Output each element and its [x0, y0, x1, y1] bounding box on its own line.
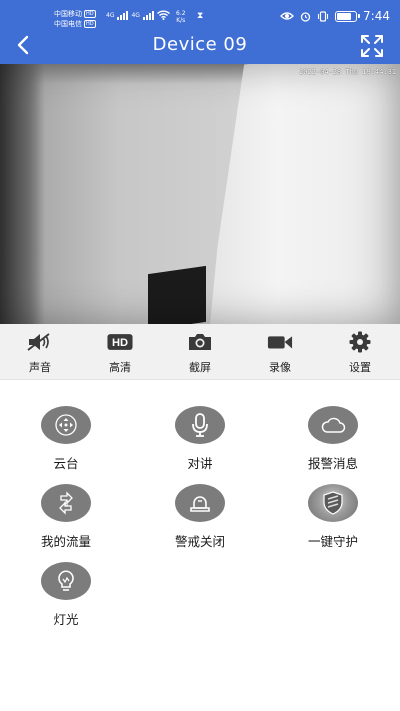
network-speed: 6.2 K/s — [176, 10, 186, 24]
sound-button[interactable]: 声音 — [0, 324, 80, 379]
battery-icon — [335, 10, 361, 22]
video-timestamp: 2022-04-28 Thu 19:44:31 — [299, 68, 396, 76]
ptz-button[interactable]: 云台 — [16, 406, 116, 472]
signal-indicators: 4G 4G — [106, 10, 170, 20]
svg-text:$: $ — [64, 500, 68, 508]
control-toolbar: 声音 HD 高清 截屏 录像 设置 — [0, 324, 400, 380]
intercom-button[interactable]: 对讲 — [150, 406, 250, 472]
network-speed-unit: K/s — [176, 17, 186, 24]
speaker-muted-icon — [27, 332, 53, 352]
volte-hd-badge: HD — [84, 10, 96, 18]
network-speed-value: 6.2 — [176, 10, 186, 17]
settings-label: 设置 — [349, 361, 371, 374]
record-button[interactable]: 录像 — [240, 324, 320, 379]
one-key-guard-button[interactable]: 一键守护 — [283, 484, 383, 550]
carrier-info: 中国移动 HD 中国电信 HD — [54, 9, 96, 29]
carrier-name-1: 中国移动 — [54, 10, 82, 18]
wifi-icon — [156, 10, 170, 20]
clock-time: 7:44 — [363, 9, 390, 23]
one-key-guard-label: 一键守护 — [307, 534, 358, 549]
camera-icon — [187, 332, 213, 352]
my-data-button[interactable]: $ 我的流量 — [16, 484, 116, 550]
alarm-clock-icon — [300, 11, 311, 22]
signal-bars-icon-2 — [142, 10, 154, 20]
volte-hd-badge-2: HD — [84, 20, 96, 28]
network-type-2: 4G — [131, 11, 140, 19]
alarm-messages-label: 报警消息 — [307, 456, 358, 471]
light-label: 灯光 — [53, 612, 79, 627]
record-label: 录像 — [269, 361, 291, 374]
hourglass-icon: ⧗ — [197, 11, 204, 21]
intercom-label: 对讲 — [187, 456, 213, 471]
screenshot-label: 截屏 — [189, 361, 211, 374]
camera-live-view[interactable]: 2022-04-28 Thu 19:44:31 — [0, 64, 400, 324]
eye-icon — [280, 12, 294, 20]
fullscreen-button[interactable] — [360, 34, 384, 58]
siren-icon — [190, 496, 210, 512]
expand-arrows-icon — [361, 35, 383, 57]
microphone-icon — [192, 413, 208, 437]
alarm-messages-button[interactable]: 报警消息 — [283, 406, 383, 472]
hd-icon-text: HD — [112, 337, 128, 349]
gear-icon — [347, 331, 373, 353]
vibrate-icon — [317, 10, 329, 22]
ptz-label: 云台 — [53, 456, 79, 471]
ptz-arrows-icon — [55, 414, 77, 436]
hd-label: 高清 — [109, 361, 131, 374]
alert-off-label: 警戒关闭 — [174, 534, 225, 549]
hd-icon: HD — [107, 332, 133, 352]
system-indicators: 7:44 — [280, 9, 390, 23]
top-bar: 中国移动 HD 中国电信 HD 4G 4G 6.2 K/s ⧗ 7:44 Dev… — [0, 0, 400, 64]
light-bulb-icon — [58, 570, 74, 591]
network-type-1: 4G — [106, 11, 115, 19]
screenshot-button[interactable]: 截屏 — [160, 324, 240, 379]
cloud-icon — [321, 417, 346, 433]
sound-label: 声音 — [29, 361, 51, 374]
hd-button[interactable]: HD 高清 — [80, 324, 160, 379]
data-refresh-icon: $ — [59, 491, 73, 515]
carrier-name-2: 中国电信 — [54, 20, 82, 28]
page-title: Device 09 — [152, 34, 248, 55]
my-data-label: 我的流量 — [40, 534, 91, 549]
settings-button[interactable]: 设置 — [320, 324, 400, 379]
signal-bars-icon — [117, 10, 129, 20]
alert-off-button[interactable]: 警戒关闭 — [150, 484, 250, 550]
light-button[interactable]: 灯光 — [16, 562, 116, 628]
shield-icon — [323, 491, 343, 515]
video-camera-icon — [267, 332, 293, 352]
